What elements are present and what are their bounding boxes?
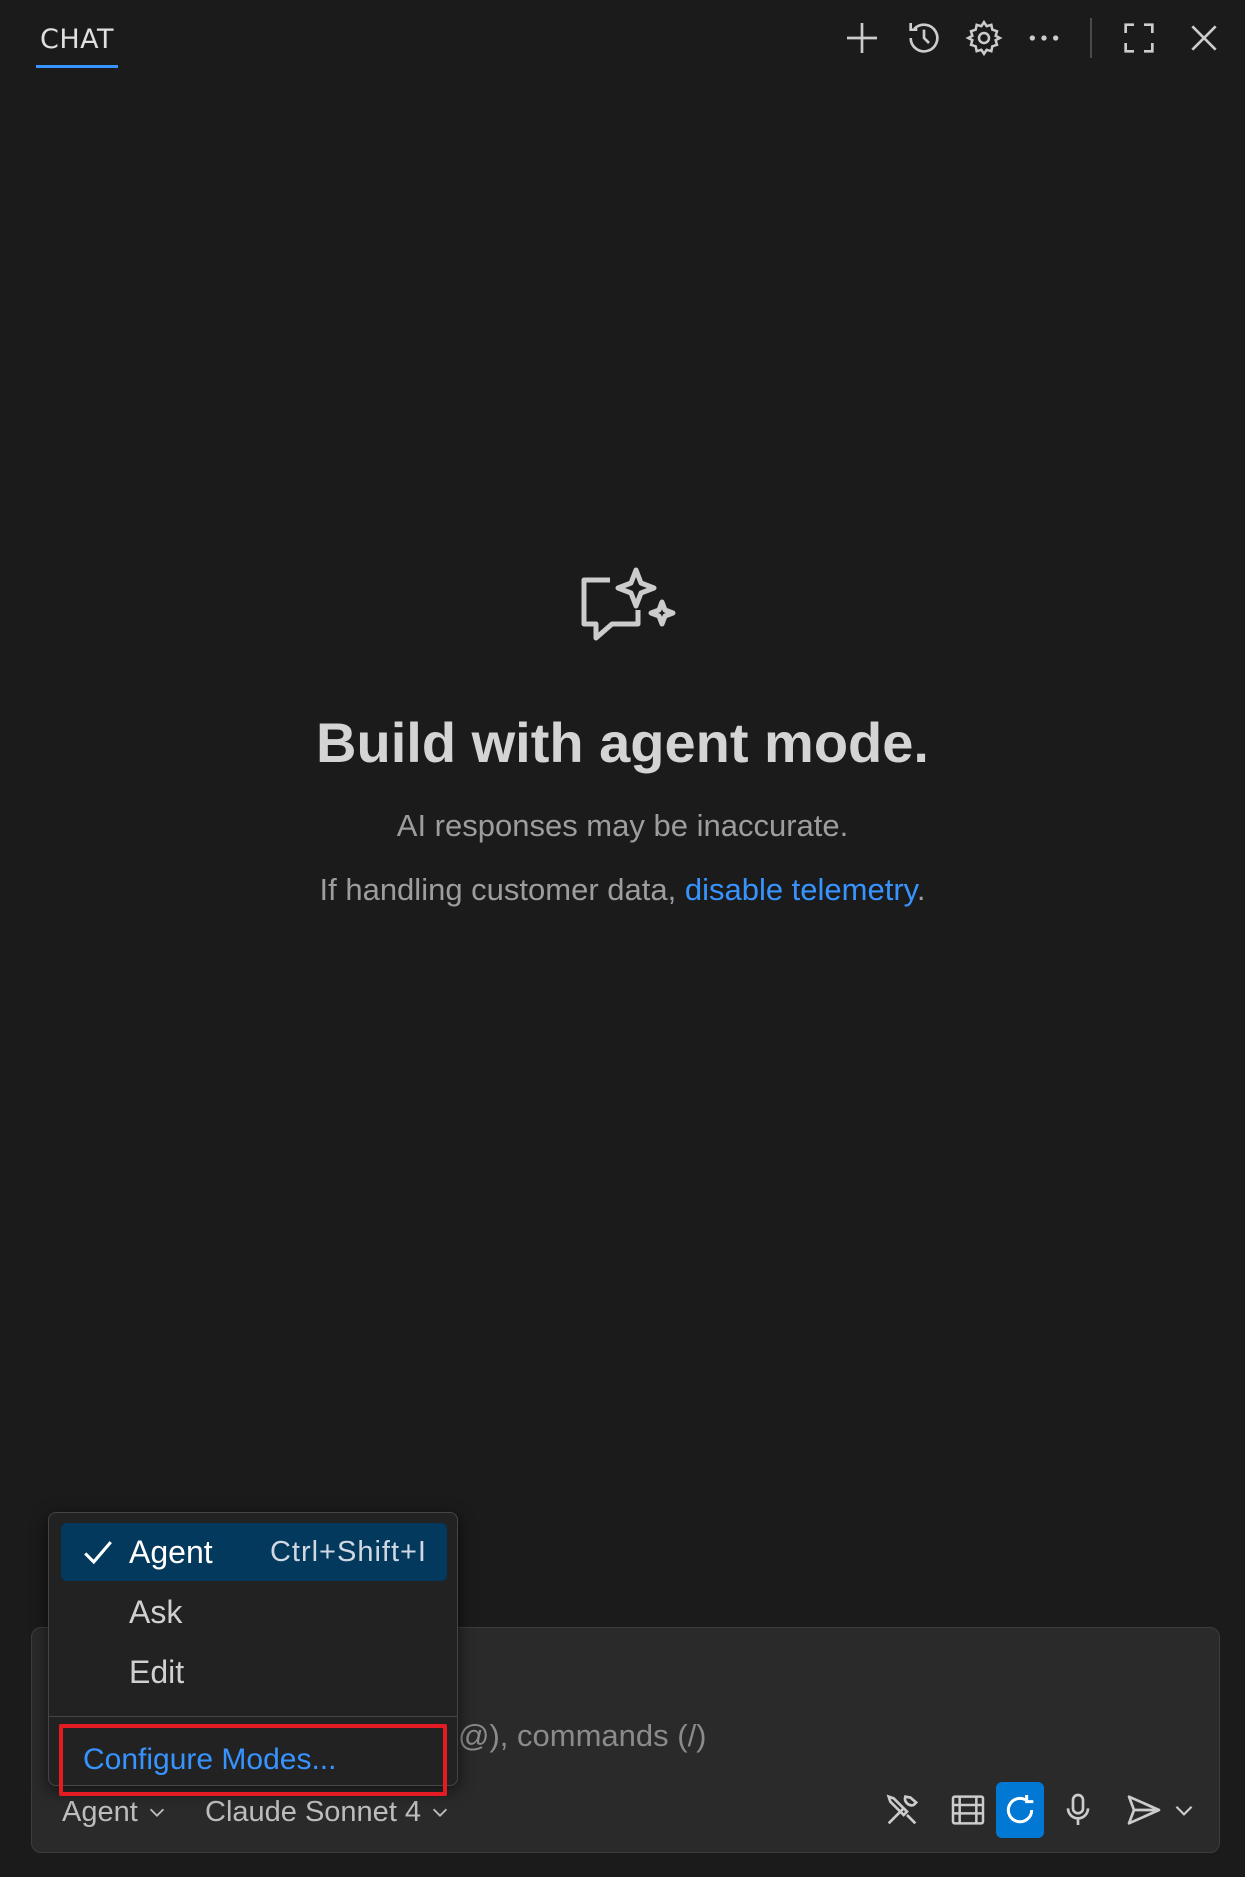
- mode-dropdown-menu: Agent Ctrl+Shift+I Ask Edit Configure Mo…: [48, 1512, 458, 1796]
- mode-picker[interactable]: Agent: [62, 1790, 168, 1834]
- gear-icon: [965, 19, 1003, 57]
- tools-button[interactable]: [878, 1782, 926, 1838]
- refresh-button[interactable]: [996, 1782, 1044, 1838]
- welcome-subtitle: AI responses may be inaccurate.: [396, 808, 849, 843]
- menu-item-edit[interactable]: Edit: [61, 1643, 447, 1701]
- menu-item-label: Ask: [129, 1593, 183, 1630]
- menu-item-label: Edit: [129, 1653, 185, 1690]
- maximize-icon: [1124, 23, 1154, 53]
- chat-input-placeholder: @), commands (/): [458, 1718, 707, 1753]
- tab-chat[interactable]: CHAT: [36, 22, 119, 68]
- close-icon: [1191, 25, 1217, 51]
- more-actions-button[interactable]: [1020, 14, 1068, 62]
- close-button[interactable]: [1180, 14, 1228, 62]
- disable-telemetry-link[interactable]: disable telemetry: [685, 872, 917, 907]
- history-button[interactable]: [900, 14, 948, 62]
- model-picker[interactable]: Claude Sonnet 4: [205, 1790, 451, 1834]
- telemetry-notice: If handling customer data, disable telem…: [0, 872, 1245, 908]
- menu-item-ask[interactable]: Ask: [61, 1583, 447, 1641]
- plus-icon: [847, 23, 877, 53]
- refresh-icon: [1006, 1795, 1034, 1824]
- chevron-down-icon: [432, 1808, 448, 1817]
- maximize-button[interactable]: [1115, 14, 1163, 62]
- menu-separator: [49, 1716, 457, 1717]
- menu-item-label: Agent: [129, 1533, 213, 1570]
- microphone-button[interactable]: [1054, 1782, 1102, 1838]
- configure-modes-button[interactable]: Configure Modes...: [59, 1724, 447, 1796]
- welcome-title: Build with agent mode.: [316, 711, 929, 774]
- chat-header: CHAT: [0, 0, 1245, 80]
- history-icon: [909, 23, 939, 53]
- menu-item-agent[interactable]: Agent Ctrl+Shift+I: [61, 1523, 447, 1581]
- chat-sparkle-icon: [581, 567, 676, 641]
- microphone-icon: [1066, 1793, 1090, 1825]
- telemetry-suffix: .: [916, 872, 926, 907]
- menu-item-shortcut: Ctrl+Shift+I: [269, 1535, 427, 1568]
- send-icon: [1127, 1795, 1161, 1825]
- new-chat-button[interactable]: [838, 14, 886, 62]
- chevron-down-icon: [149, 1808, 164, 1817]
- tools-icon: [886, 1794, 919, 1825]
- chevron-down-icon: [1175, 1805, 1193, 1816]
- model-picker-label: Claude Sonnet 4: [205, 1795, 422, 1828]
- send-button[interactable]: [1120, 1782, 1168, 1838]
- more-icon: [1029, 35, 1059, 41]
- header-separator: [1090, 18, 1092, 58]
- chat-panel: CHAT Build with agent mode. AI responses…: [0, 0, 1245, 1877]
- send-options-button[interactable]: [1164, 1782, 1204, 1838]
- telemetry-prefix: If handling customer data,: [319, 872, 685, 907]
- context-button[interactable]: [944, 1782, 992, 1838]
- check-icon: [84, 1541, 112, 1565]
- settings-button[interactable]: [960, 14, 1008, 62]
- context-icon: [951, 1795, 985, 1825]
- mode-picker-label: Agent: [62, 1795, 138, 1828]
